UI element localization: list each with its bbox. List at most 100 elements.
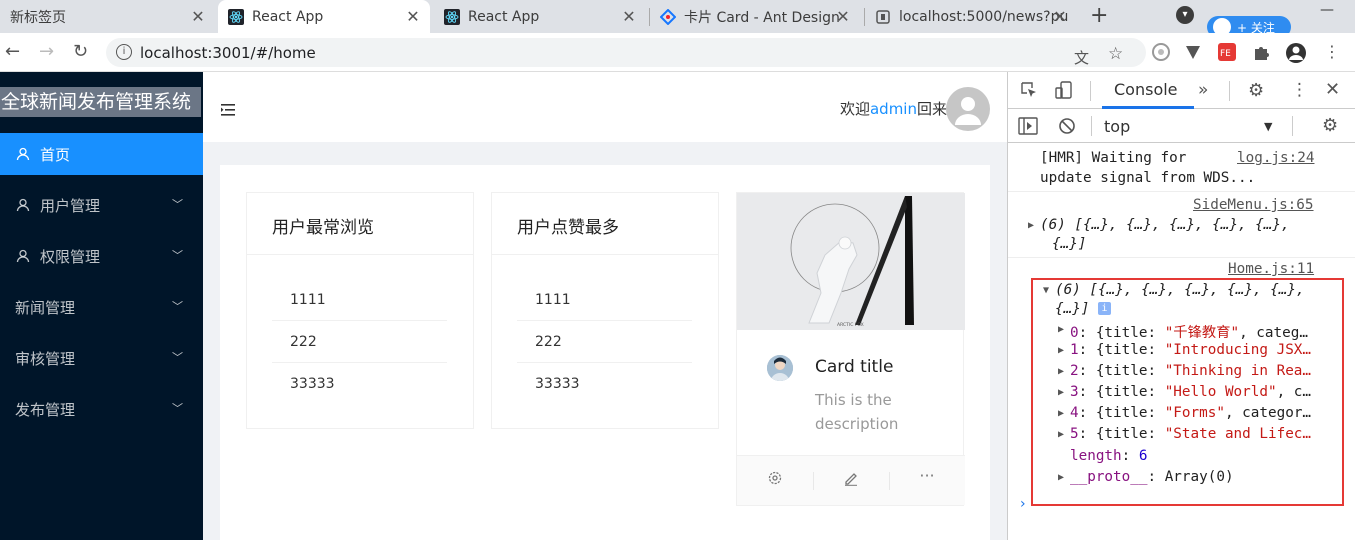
page-icon	[875, 9, 891, 25]
profile-icon[interactable]	[1285, 42, 1306, 63]
console-array-preview[interactable]: ▶ (6) [{…}, {…}, {…}, {…}, {…},	[1028, 217, 1290, 233]
console-message-text: update signal from WDS...	[1040, 170, 1256, 186]
user-meta-card: ARCTIC FOX Card title This is the descri…	[736, 192, 965, 506]
svg-text:FE: FE	[1220, 49, 1231, 59]
welcome-prefix: 欢迎	[839, 100, 870, 118]
context-selector[interactable]: top	[1104, 117, 1130, 136]
sidebar-item-label: 发布管理	[15, 400, 76, 419]
sidebar-toggle-icon[interactable]	[1018, 117, 1038, 139]
tab-console[interactable]: Console	[1114, 80, 1178, 99]
back-icon[interactable]: ←	[5, 41, 20, 62]
sidebar-item-label: 权限管理	[40, 247, 101, 266]
extension-v-icon[interactable]	[1183, 42, 1203, 62]
close-icon[interactable]: ✕	[404, 7, 422, 26]
browser-tab-react-app[interactable]: React App ✕	[434, 0, 646, 33]
react-icon	[444, 8, 460, 25]
list-item[interactable]: 1111	[517, 279, 692, 321]
sidebar-item-home[interactable]: 首页	[0, 133, 203, 175]
sidebar-item-label: 用户管理	[40, 196, 101, 215]
address-bar[interactable]: i localhost:3001/#/home 文 ☆	[106, 38, 1146, 67]
bookmark-star-icon[interactable]: ☆	[1108, 44, 1123, 64]
card-cover-image: ARCTIC FOX	[737, 193, 965, 330]
reload-icon[interactable]: ↻	[73, 41, 88, 62]
close-icon[interactable]: ✕	[1051, 7, 1069, 26]
clear-console-icon[interactable]	[1058, 117, 1076, 139]
close-devtools-icon[interactable]: ✕	[1325, 79, 1340, 100]
device-toolbar-icon[interactable]	[1054, 80, 1074, 104]
close-icon[interactable]: ✕	[834, 7, 852, 26]
divider	[247, 254, 473, 255]
app-title: 全球新闻发布管理系统	[0, 87, 202, 117]
setting-icon[interactable]	[737, 470, 813, 490]
forward-icon[interactable]: →	[39, 41, 54, 62]
sidebar-item-audit-management[interactable]: 审核管理 ﹀	[0, 337, 203, 379]
browser-tab-bar: 新标签页 ✕ React App ✕ React App ✕ 卡片 Card -…	[0, 0, 1355, 38]
browser-tab-react-app-active[interactable]: React App ✕	[218, 0, 430, 33]
console-source-link[interactable]: SideMenu.js:65	[1193, 197, 1314, 213]
close-icon[interactable]: ✕	[189, 7, 207, 26]
card-title: 用户最常浏览	[272, 218, 374, 238]
card-meta-title: Card title	[815, 357, 894, 377]
welcome-text: 欢迎admin回来	[840, 98, 947, 119]
sidebar-item-permission-management[interactable]: 权限管理 ﹀	[0, 235, 203, 277]
array-preview-text: (6) [{…}, {…}, {…}, {…}, {…},	[1040, 217, 1290, 233]
url-text[interactable]: localhost:3001/#/home	[140, 44, 316, 62]
browser-menu-icon[interactable]: ⋮	[1324, 42, 1344, 62]
edit-icon[interactable]	[813, 470, 889, 490]
divider	[1008, 257, 1355, 258]
main-content: 用户最常浏览 1111 222 33333 用户点赞最多 1111 222 33…	[220, 165, 990, 540]
translate-icon[interactable]: 文	[1074, 47, 1089, 68]
extension-circle-icon[interactable]	[1151, 42, 1171, 62]
inspect-element-icon[interactable]	[1020, 81, 1038, 103]
ant-design-icon	[660, 8, 676, 25]
user-icon	[16, 147, 30, 161]
browser-tab-new[interactable]: 新标签页 ✕	[0, 0, 215, 33]
tab-title: React App	[468, 8, 540, 25]
site-info-icon[interactable]: i	[116, 44, 132, 60]
divider	[1008, 191, 1355, 192]
sidebar-item-label: 审核管理	[15, 349, 76, 368]
most-liked-card: 用户点赞最多 1111 222 33333	[491, 192, 719, 429]
dropdown-arrow-icon[interactable]: ▼	[1264, 120, 1272, 133]
cover-caption: ARCTIC FOX	[837, 322, 864, 328]
extensions-puzzle-icon[interactable]	[1251, 42, 1271, 62]
sidebar-item-user-management[interactable]: 用户管理 ﹀	[0, 184, 203, 226]
ellipsis-icon[interactable]: ···	[889, 466, 965, 485]
list-item[interactable]: 222	[272, 321, 447, 363]
minimize-icon[interactable]: —	[1320, 2, 1334, 18]
close-icon[interactable]: ✕	[620, 7, 638, 26]
sidebar: 全球新闻发布管理系统 首页 用户管理 ﹀ 权限管理 ﹀ 新闻管理 ﹀ 审核管理 …	[0, 72, 203, 540]
tab-title: React App	[252, 8, 324, 25]
most-viewed-card: 用户最常浏览 1111 222 33333	[246, 192, 474, 429]
address-toolbar: ← → ↻ i localhost:3001/#/home 文 ☆ FE ⋮	[0, 33, 1355, 72]
card-title: 用户点赞最多	[517, 218, 619, 238]
sidebar-item-label: 首页	[40, 145, 71, 164]
username: admin	[869, 100, 917, 118]
new-tab-button[interactable]: +	[1090, 3, 1108, 28]
console-prompt-icon[interactable]: ›	[1020, 496, 1026, 512]
console-array-preview-cont: {…}]	[1052, 236, 1087, 252]
sidebar-item-news-management[interactable]: 新闻管理 ﹀	[0, 286, 203, 328]
sidebar-item-publish-management[interactable]: 发布管理 ﹀	[0, 388, 203, 430]
highlight-box	[1031, 278, 1344, 506]
browser-tab-localhost-5000[interactable]: localhost:5000/news?pu ✕	[865, 0, 1077, 33]
chevron-down-icon: ﹀	[172, 351, 183, 364]
list-item[interactable]: 1111	[272, 279, 447, 321]
list-item[interactable]: 222	[517, 321, 692, 363]
extension-fe-icon[interactable]: FE	[1217, 42, 1237, 62]
chevron-down-icon: ﹀	[172, 198, 183, 211]
settings-gear-icon[interactable]: ⚙	[1248, 80, 1264, 101]
devtools-toolbar: Console » ⚙ ⋮ ✕	[1008, 72, 1355, 109]
console-source-link[interactable]: log.js:24	[1237, 150, 1314, 166]
menu-fold-icon[interactable]	[221, 101, 235, 116]
more-tabs-icon[interactable]: »	[1198, 80, 1208, 100]
list-item[interactable]: 33333	[517, 363, 692, 405]
avatar[interactable]	[946, 87, 990, 131]
more-options-icon[interactable]: ⋮	[1291, 80, 1308, 100]
list-item[interactable]: 33333	[272, 363, 447, 405]
console-settings-icon[interactable]: ⚙	[1322, 115, 1338, 136]
tab-search-icon[interactable]: ▾	[1176, 6, 1194, 24]
browser-tab-ant-design[interactable]: 卡片 Card - Ant Design ✕	[650, 0, 860, 33]
welcome-suffix: 回来	[916, 100, 947, 118]
console-source-link[interactable]: Home.js:11	[1228, 261, 1314, 277]
